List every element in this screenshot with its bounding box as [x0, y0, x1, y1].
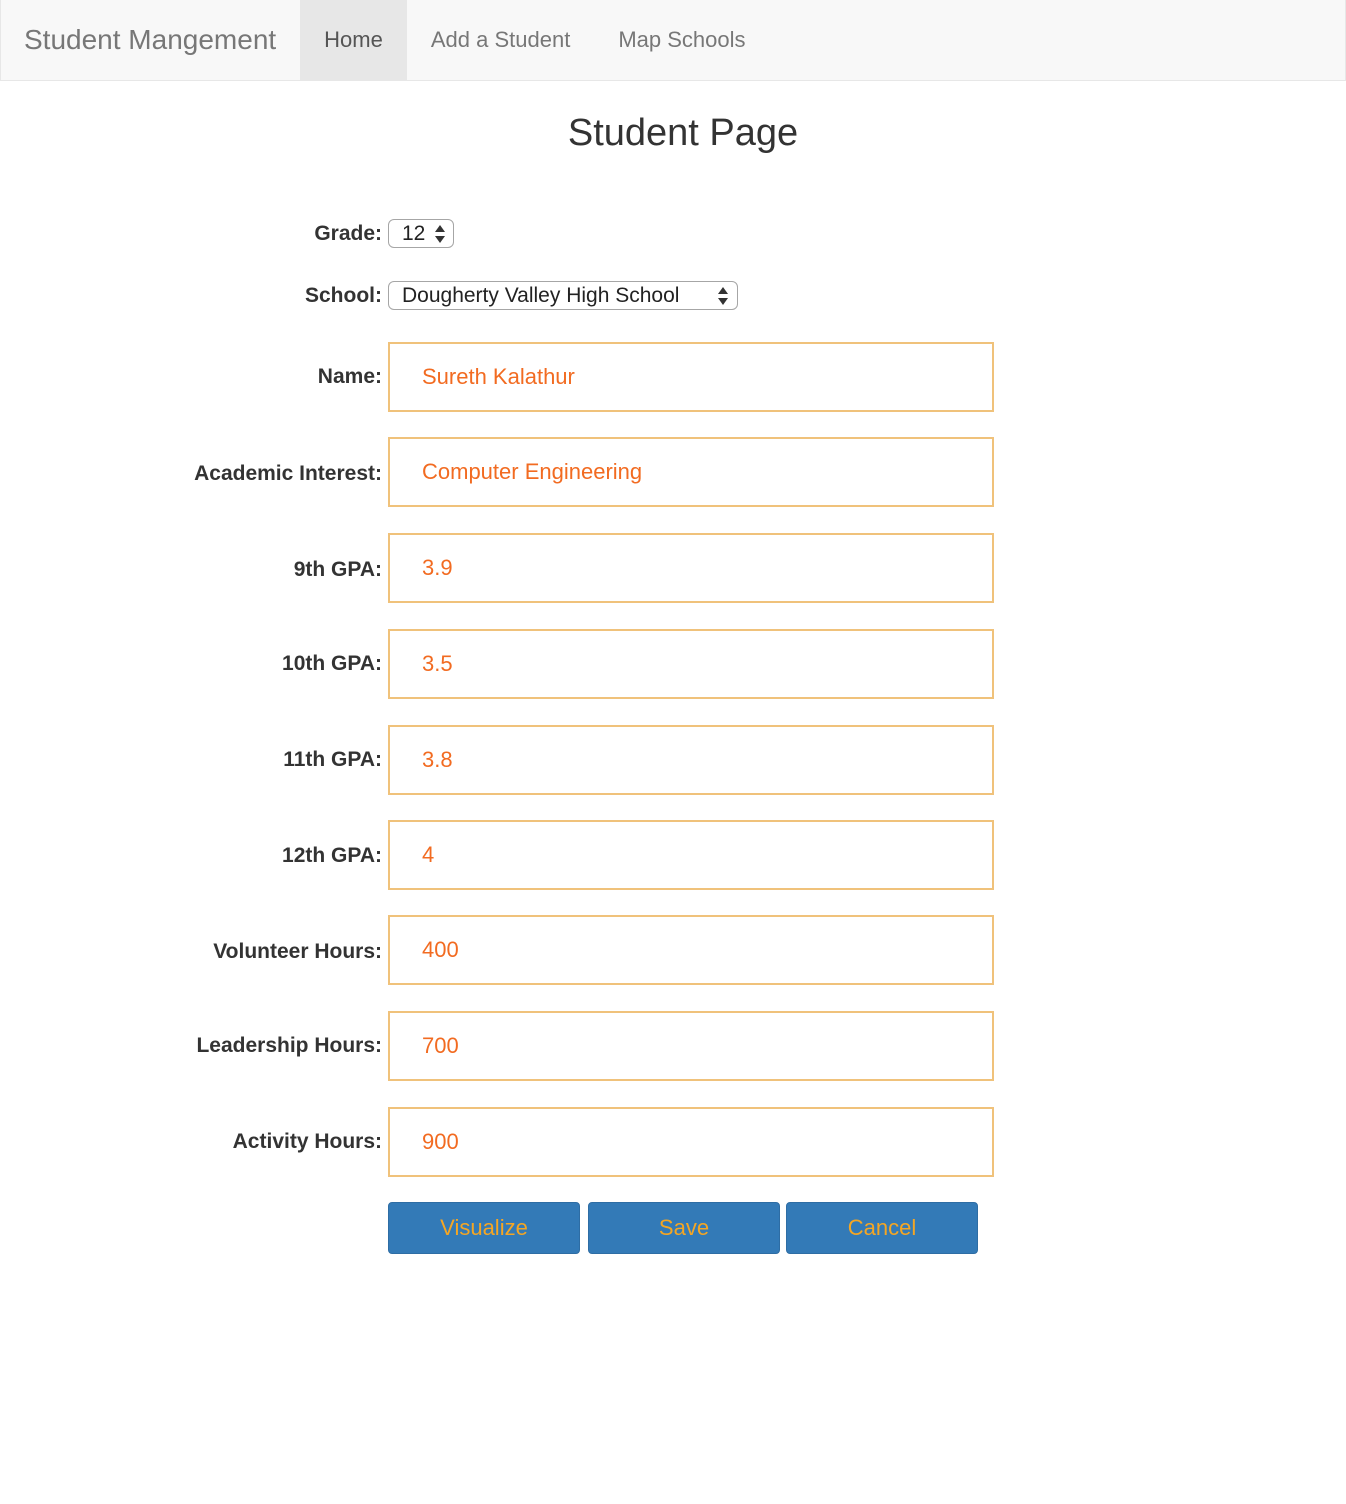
nav-add-student[interactable]: Add a Student: [407, 0, 594, 80]
gpa-9-input[interactable]: 3.9: [388, 533, 994, 603]
leadership-hours-label: Leadership Hours:: [196, 1034, 382, 1057]
cancel-button[interactable]: Cancel: [786, 1202, 978, 1254]
select-arrows-icon: [718, 286, 728, 306]
leadership-hours-input[interactable]: 700: [388, 1011, 994, 1081]
name-input[interactable]: Sureth Kalathur: [388, 342, 994, 412]
gpa-12-label: 12th GPA:: [282, 844, 382, 867]
school-label: School:: [305, 284, 382, 307]
save-button[interactable]: Save: [588, 1202, 780, 1254]
grade-label: Grade:: [314, 222, 382, 245]
brand-link[interactable]: Student Mangement: [1, 0, 299, 80]
nav-home[interactable]: Home: [300, 0, 407, 80]
grade-select[interactable]: 12: [388, 219, 454, 248]
grade-value: 12: [402, 221, 426, 245]
visualize-button[interactable]: Visualize: [388, 1202, 580, 1254]
select-arrows-icon: [435, 224, 445, 244]
gpa-9-label: 9th GPA:: [293, 558, 382, 581]
activity-hours-label: Activity Hours:: [232, 1130, 382, 1153]
gpa-12-input[interactable]: 4: [388, 820, 994, 890]
name-label: Name:: [317, 365, 382, 388]
academic-interest-label: Academic Interest:: [194, 462, 382, 485]
gpa-11-input[interactable]: 3.8: [388, 725, 994, 795]
volunteer-hours-label: Volunteer Hours:: [213, 940, 382, 963]
school-select[interactable]: Dougherty Valley High School: [388, 281, 738, 310]
volunteer-hours-input[interactable]: 400: [388, 915, 994, 985]
nav-map-schools[interactable]: Map Schools: [594, 0, 769, 80]
page-title: Student Page: [567, 112, 799, 154]
activity-hours-input[interactable]: 900: [388, 1107, 994, 1177]
gpa-10-label: 10th GPA:: [282, 652, 382, 675]
navbar: Student Mangement Home Add a Student Map…: [0, 0, 1346, 81]
school-value: Dougherty Valley High School: [402, 283, 680, 307]
academic-interest-input[interactable]: Computer Engineering: [388, 437, 994, 507]
gpa-10-input[interactable]: 3.5: [388, 629, 994, 699]
gpa-11-label: 11th GPA:: [283, 748, 382, 771]
